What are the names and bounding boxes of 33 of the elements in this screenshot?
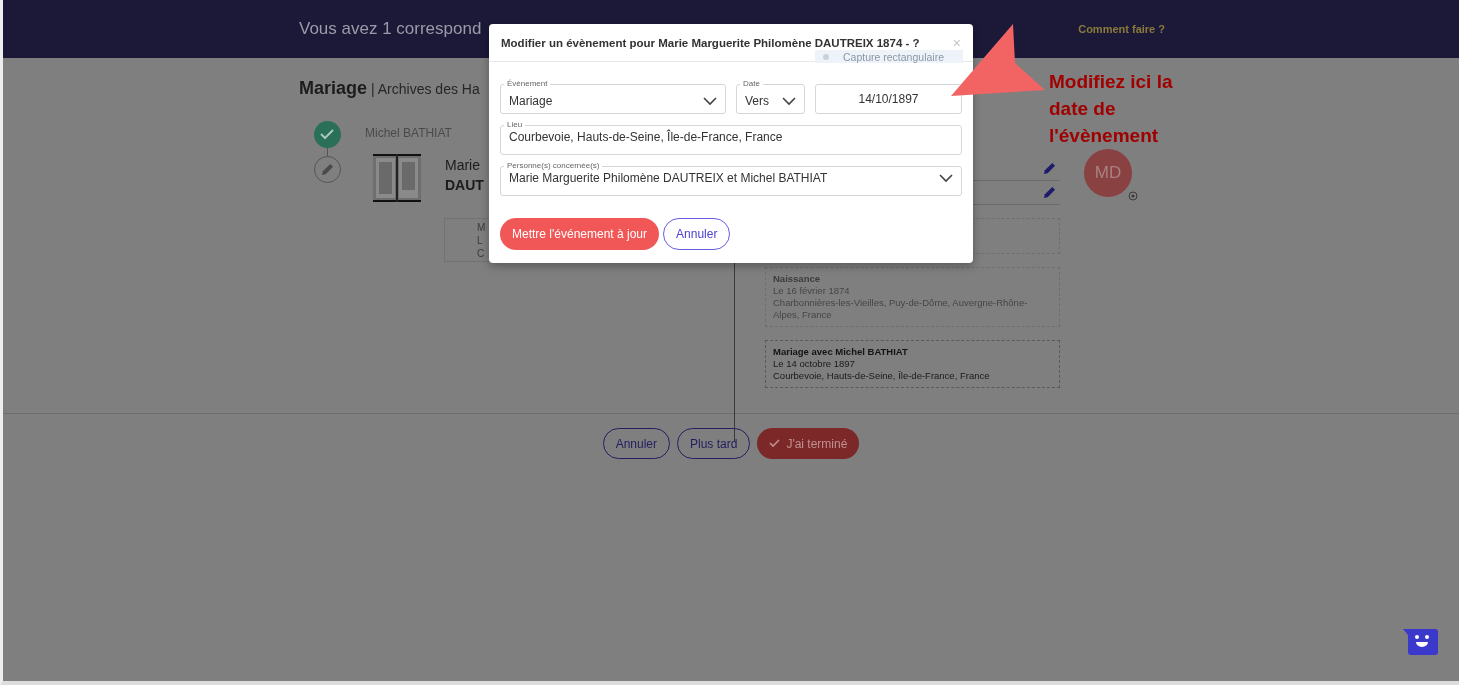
event-text: Courbevoie, Hauts-de-Seine, Île-de-France, France xyxy=(773,370,991,382)
event-text: C xyxy=(477,247,485,260)
source-text: | Archives des Ha xyxy=(371,81,480,97)
chevron-down-icon xyxy=(782,96,796,106)
event-text: L xyxy=(477,234,483,247)
place-field[interactable]: Lieu Courbevoie, Hauts-de-Seine, Île-de-France, France xyxy=(500,120,962,155)
page-title: Vous avez 1 correspond xyxy=(299,19,482,39)
help-link[interactable]: Comment faire ? xyxy=(1078,23,1165,35)
chevron-down-icon xyxy=(703,96,717,106)
event-select[interactable]: Évènement Mariage xyxy=(500,79,726,114)
date-field[interactable]: 14/10/1897 xyxy=(815,84,962,114)
pencil-icon[interactable] xyxy=(1043,162,1056,175)
pencil-icon[interactable] xyxy=(1043,186,1056,199)
annotation-text: date de xyxy=(1049,97,1117,121)
record-name: Marie xyxy=(445,157,481,173)
persons-select[interactable]: Personne(s) concernée(s) Marie Marguerite Philomène DAUTREIX et Michel BATHIAT xyxy=(500,161,962,196)
event-title: Mariage avec Michel BATHIAT xyxy=(773,346,909,358)
record-surname: DAUT xyxy=(445,177,484,193)
event-title: Naissance xyxy=(773,273,821,285)
date-mode-select[interactable]: Date Vers xyxy=(736,79,805,114)
annotation-text: Modifiez ici la xyxy=(1049,70,1173,94)
check-icon xyxy=(769,439,781,448)
page-heading: Mariage xyxy=(299,78,368,99)
done-button[interactable]: J'ai terminé xyxy=(757,428,860,459)
tooltip-text: Capture rectangulaire xyxy=(843,50,944,63)
modal-title: Modifier un évènement pour Marie Marguerite Philomène DAUTREIX 1874 - ? xyxy=(501,36,920,49)
event-text: M xyxy=(477,221,486,234)
target-icon xyxy=(1128,191,1138,201)
chevron-down-icon xyxy=(939,173,953,183)
dot-icon xyxy=(823,53,829,60)
cancel-button[interactable]: Annuler xyxy=(663,218,731,250)
event-text: Le 14 octobre 1897 xyxy=(773,358,856,370)
annotation-text: l'évènement xyxy=(1049,124,1160,148)
